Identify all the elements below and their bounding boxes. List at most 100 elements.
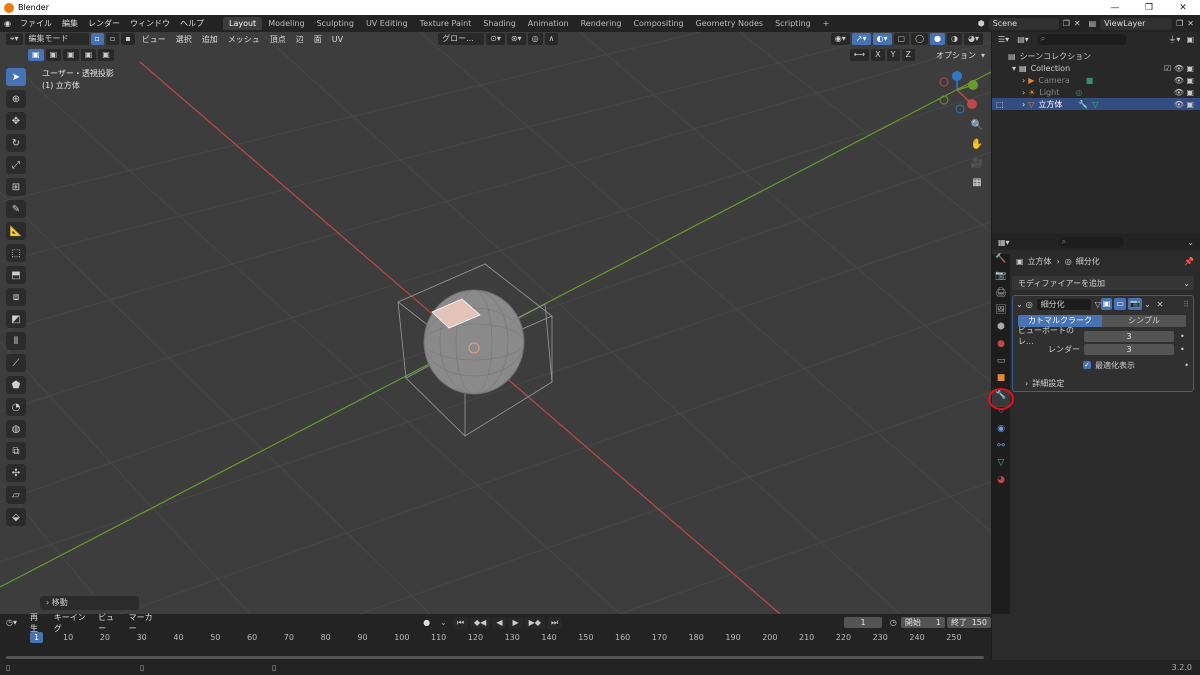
measure-tool-icon[interactable]: 📐: [6, 222, 26, 240]
mirror-y-button[interactable]: Y: [886, 49, 900, 61]
clock-icon[interactable]: ◷: [890, 618, 897, 627]
tab-compositing[interactable]: Compositing: [627, 17, 689, 30]
play-reverse-button[interactable]: ◀: [492, 616, 507, 629]
falloff-icon[interactable]: ∧: [544, 33, 559, 45]
tab-animation[interactable]: Animation: [522, 17, 575, 30]
tool-tab-icon[interactable]: 🔨: [992, 254, 1010, 271]
visibility-toggle-icon[interactable]: ☑ 👁 ▣: [1164, 64, 1194, 73]
new-scene-icon[interactable]: ❐: [1063, 19, 1070, 28]
bevel-tool-icon[interactable]: ◩: [6, 310, 26, 328]
outliner-root[interactable]: ▤ シーンコレクション: [992, 50, 1200, 62]
modifier-tab-icon[interactable]: 🔧: [988, 388, 1014, 410]
annotate-tool-icon[interactable]: ✎: [6, 200, 26, 218]
menu-select[interactable]: 選択: [171, 34, 197, 45]
mirror-z-button[interactable]: Z: [901, 49, 915, 61]
select-intersect-icon[interactable]: ▣: [98, 49, 114, 61]
optimal-display-checkbox[interactable]: ✓: [1083, 361, 1091, 369]
pin-icon[interactable]: 📌: [1184, 257, 1194, 266]
inset-tool-icon[interactable]: ⧈: [6, 288, 26, 306]
menu-add[interactable]: 追加: [197, 34, 223, 45]
wireframe-shading-icon[interactable]: ◯: [911, 33, 929, 45]
tab-scripting[interactable]: Scripting: [769, 17, 817, 30]
xray-icon[interactable]: ▢: [893, 33, 910, 45]
menu-playback[interactable]: 再生: [25, 612, 49, 634]
outliner-item-light[interactable]: › ☀ Light ◎ 👁 ▣: [992, 86, 1200, 98]
view-layer-tab-icon[interactable]: 🖼: [992, 305, 1010, 322]
ortho-grid-icon[interactable]: ▦: [969, 177, 985, 193]
record-button[interactable]: ●: [423, 618, 430, 627]
edit-mode-toggle-icon[interactable]: ▽: [1095, 300, 1101, 309]
constraints-tab-icon[interactable]: ⚯: [992, 441, 1010, 458]
select-invert-icon[interactable]: ▣: [80, 49, 97, 61]
menu-edit[interactable]: 編集: [57, 18, 83, 29]
expand-arrow-icon[interactable]: ›: [1022, 88, 1025, 97]
autokey-icon[interactable]: ⌄: [440, 618, 447, 627]
solid-shading-icon[interactable]: ●: [930, 33, 946, 45]
tab-uv-editing[interactable]: UV Editing: [360, 17, 414, 30]
start-frame-field[interactable]: 開始 1: [900, 617, 945, 628]
tab-texture-paint[interactable]: Texture Paint: [414, 17, 478, 30]
knife-tool-icon[interactable]: ⟋: [6, 354, 26, 372]
extrude-tool-icon[interactable]: ⬒: [6, 266, 26, 284]
menu-mesh[interactable]: メッシュ: [223, 34, 265, 45]
rotate-tool-icon[interactable]: ↻: [6, 134, 26, 152]
add-workspace-button[interactable]: +: [817, 17, 836, 30]
select-tool-icon[interactable]: ➤: [6, 68, 26, 86]
advanced-subpanel[interactable]: › 詳細設定: [1013, 377, 1193, 389]
menu-keying[interactable]: キーイング: [49, 612, 93, 634]
expand-arrow-icon[interactable]: ▾: [1012, 64, 1016, 73]
camera-view-icon[interactable]: 🎥: [969, 158, 985, 174]
play-button[interactable]: ▶: [508, 616, 523, 629]
world-tab-icon[interactable]: ●: [992, 339, 1010, 356]
on-cage-toggle-icon[interactable]: ▣: [1100, 298, 1113, 310]
outliner-editor-icon[interactable]: ☰▾: [998, 35, 1009, 44]
proportional-edit-icon[interactable]: ◎: [527, 33, 543, 45]
rip-tool-icon[interactable]: ⬙: [6, 508, 26, 526]
mirror-icon[interactable]: ⟷: [849, 49, 870, 61]
maximize-button[interactable]: ❐: [1132, 3, 1166, 13]
smooth-tool-icon[interactable]: ◍: [6, 420, 26, 438]
blender-menu-icon[interactable]: ◉: [4, 19, 11, 28]
drag-handle-icon[interactable]: ⠿: [1183, 300, 1189, 309]
close-icon[interactable]: ✕: [1157, 300, 1164, 309]
new-view-layer-icon[interactable]: ❐: [1176, 19, 1183, 28]
last-operator-panel[interactable]: › 移動: [40, 596, 139, 610]
cursor-tool-icon[interactable]: ⊕: [6, 90, 26, 108]
spin-tool-icon[interactable]: ◔: [6, 398, 26, 416]
add-cube-tool-icon[interactable]: ⬚: [6, 244, 26, 262]
scale-tool-icon[interactable]: ⤢: [6, 156, 26, 174]
jump-end-button[interactable]: ⏭: [546, 616, 563, 629]
shrink-fatten-tool-icon[interactable]: ✣: [6, 464, 26, 482]
tab-modeling[interactable]: Modeling: [262, 17, 310, 30]
render-toggle-icon[interactable]: 📷: [1127, 298, 1142, 310]
timeline-scrollbar[interactable]: [6, 656, 984, 659]
simple-button[interactable]: シンプル: [1102, 315, 1186, 327]
pivot-icon[interactable]: ⊙▾: [486, 33, 505, 45]
face-select-button[interactable]: ▪: [121, 33, 135, 45]
current-frame-field[interactable]: 1: [844, 617, 882, 628]
orientation-selector[interactable]: グロー...: [438, 33, 485, 45]
menu-timeline-view[interactable]: ビュー: [93, 612, 124, 634]
data-tab-icon[interactable]: ▽: [992, 458, 1010, 475]
delete-view-layer-icon[interactable]: ✕: [1187, 19, 1194, 28]
output-tab-icon[interactable]: 🖨: [992, 288, 1010, 305]
visibility-toggle-icon[interactable]: 👁 ▣: [1174, 100, 1194, 109]
timeline-ruler[interactable]: 1 10 20 30 40 50 60 70 80 90 100 110 120 130 140 150 16…: [0, 632, 991, 644]
keyframe-dot-icon[interactable]: •: [1184, 361, 1189, 370]
display-mode-icon[interactable]: ▤▾: [1017, 35, 1029, 44]
tab-shading[interactable]: Shading: [477, 17, 522, 30]
menu-file[interactable]: ファイル: [15, 18, 57, 29]
snap-icon[interactable]: ⊛▾: [506, 33, 526, 45]
menu-edge[interactable]: 辺: [291, 34, 309, 45]
loop-cut-tool-icon[interactable]: ⫴: [6, 332, 26, 350]
select-subtract-icon[interactable]: ▣: [63, 49, 79, 61]
shear-tool-icon[interactable]: ⏥: [6, 486, 26, 504]
physics-tab-icon[interactable]: ◉: [992, 424, 1010, 441]
jump-start-button[interactable]: ⏮: [452, 616, 469, 629]
menu-face[interactable]: 面: [309, 34, 327, 45]
visibility-toggle-icon[interactable]: 👁 ▣: [1174, 76, 1194, 85]
playhead[interactable]: 1: [30, 632, 43, 643]
timeline-editor-icon[interactable]: ◷▾: [6, 618, 17, 627]
menu-marker[interactable]: マーカー: [124, 612, 161, 634]
filter-icon[interactable]: ⏚▾: [1168, 34, 1180, 45]
